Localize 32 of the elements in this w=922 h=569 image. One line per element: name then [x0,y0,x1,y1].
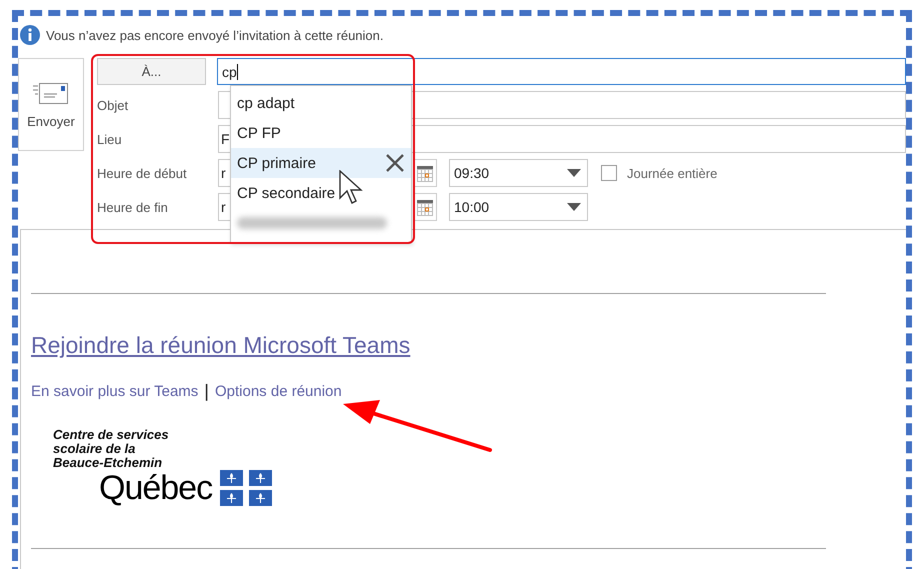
time-dropdown[interactable]: 09:30 [449,159,588,187]
contact-suggestion[interactable]: cp adapt [231,88,411,118]
flag-icon [220,470,272,506]
organization-name-line: Beauce-Etchemin [53,456,164,470]
organization-name-line: scolaire de la [53,442,136,456]
remove-icon[interactable] [385,153,405,173]
contact-suggestion[interactable]: CP primaire [231,148,411,178]
send-button[interactable]: Envoyer [18,58,84,151]
time-dropdown[interactable]: 10:00 [449,193,588,221]
meeting-options-link[interactable]: Options de réunion [214,383,342,400]
calendar-icon[interactable] [413,159,437,187]
join-meeting-link[interactable]: Rejoindre la réunion Microsoft Teams [31,332,410,359]
organization-name-line: Centre de services [53,428,170,442]
info-icon [20,25,40,45]
field-label: Objet [97,98,130,112]
dropdown-arrow-icon [567,203,581,211]
all-day-checkbox[interactable] [601,165,617,181]
to-button[interactable]: À... [97,58,206,85]
mouse-cursor-icon [339,170,365,206]
field-label: Lieu [97,132,123,146]
field-label: Heure de début [97,166,188,180]
field-label: Heure de fin [97,200,169,214]
info-message: Vous n’avez pas encore envoyé l’invitation à cette réunion. [46,28,384,42]
separator-text: | [204,381,209,402]
learn-more-link[interactable]: En savoir plus sur Teams [31,383,198,400]
all-day-label: Journée entière [627,166,718,180]
to-field[interactable]: cp [217,58,906,85]
calendar-icon[interactable] [413,193,437,221]
contact-suggestion[interactable]: CP secondaire [231,178,411,208]
quebec-wordmark: Québec [99,470,212,506]
envelope-icon [33,80,69,106]
dropdown-arrow-icon [567,169,581,177]
